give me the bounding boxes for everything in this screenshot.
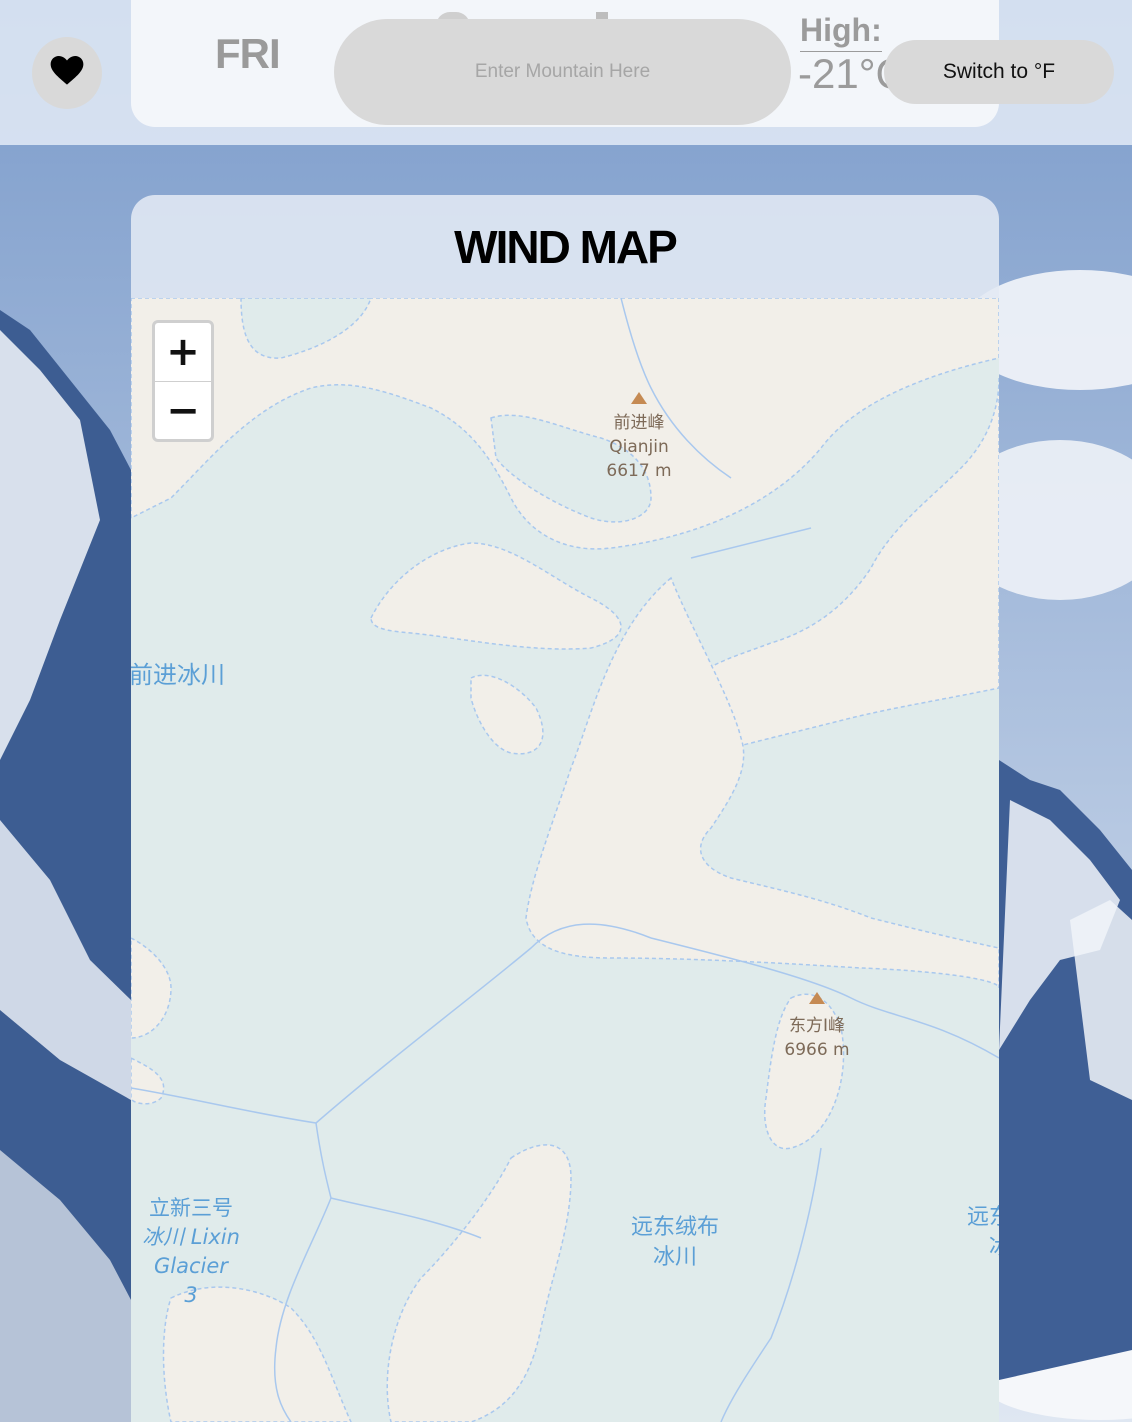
peak-marker-icon (809, 992, 825, 1004)
wind-map-title: WIND MAP (454, 220, 678, 273)
map-tiles (131, 298, 999, 1422)
glacier-label-qianjin: 前进冰川 (131, 661, 225, 689)
heart-icon (50, 55, 84, 91)
wind-map[interactable]: + − 前进峰 Qianjin 6617 m 东方Ⅰ峰 6966 m 前进冰川 … (131, 298, 999, 1422)
peak-label-dongfang: 东方Ⅰ峰 6966 m (757, 1014, 877, 1062)
peak-name-cn: 东方Ⅰ峰 (788, 1016, 845, 1036)
zoom-out-button[interactable]: − (155, 382, 211, 440)
wind-map-card: WIND MAP + − 前进峰 Qianjin 6617 m 东方Ⅰ峰 696… (131, 195, 999, 1422)
glacier-label-line: 远东 (967, 1205, 999, 1230)
zoom-in-button[interactable]: + (155, 323, 211, 382)
glacier-label-line: 3 (184, 1283, 198, 1307)
peak-name-cn: 前进峰 (613, 413, 665, 433)
peak-marker-icon (631, 392, 647, 404)
glacier-label-line: 远东绒布 (630, 1215, 719, 1240)
peak-elevation: 6617 m (606, 461, 672, 481)
glacier-label-line: 立新三号 (149, 1196, 233, 1220)
glacier-label-line: 冰川 Lixin (142, 1225, 240, 1249)
forecast-day-label: FRI (215, 30, 281, 77)
high-temp-label: High: (800, 12, 882, 52)
glacier-label-line: 冰 (967, 1233, 999, 1263)
glacier-label-lixin: 立新三号 冰川 Lixin Glacier 3 (131, 1194, 251, 1310)
map-zoom-control: + − (152, 320, 214, 442)
mountain-search-input[interactable] (334, 19, 791, 125)
glacier-label-far-east-cut: 远东 冰 (967, 1203, 999, 1263)
favorite-button[interactable] (32, 37, 102, 109)
peak-elevation: 6966 m (784, 1040, 850, 1060)
glacier-label-line: 冰川 (652, 1245, 697, 1270)
glacier-label-line: Glacier (154, 1254, 228, 1278)
glacier-label-far-east-rongbuk: 远东绒布 冰川 (615, 1213, 735, 1273)
peak-label-qianjin: 前进峰 Qianjin 6617 m (579, 411, 699, 483)
peak-name-en: Qianjin (609, 437, 669, 457)
unit-toggle-button[interactable]: Switch to °F (884, 40, 1114, 104)
